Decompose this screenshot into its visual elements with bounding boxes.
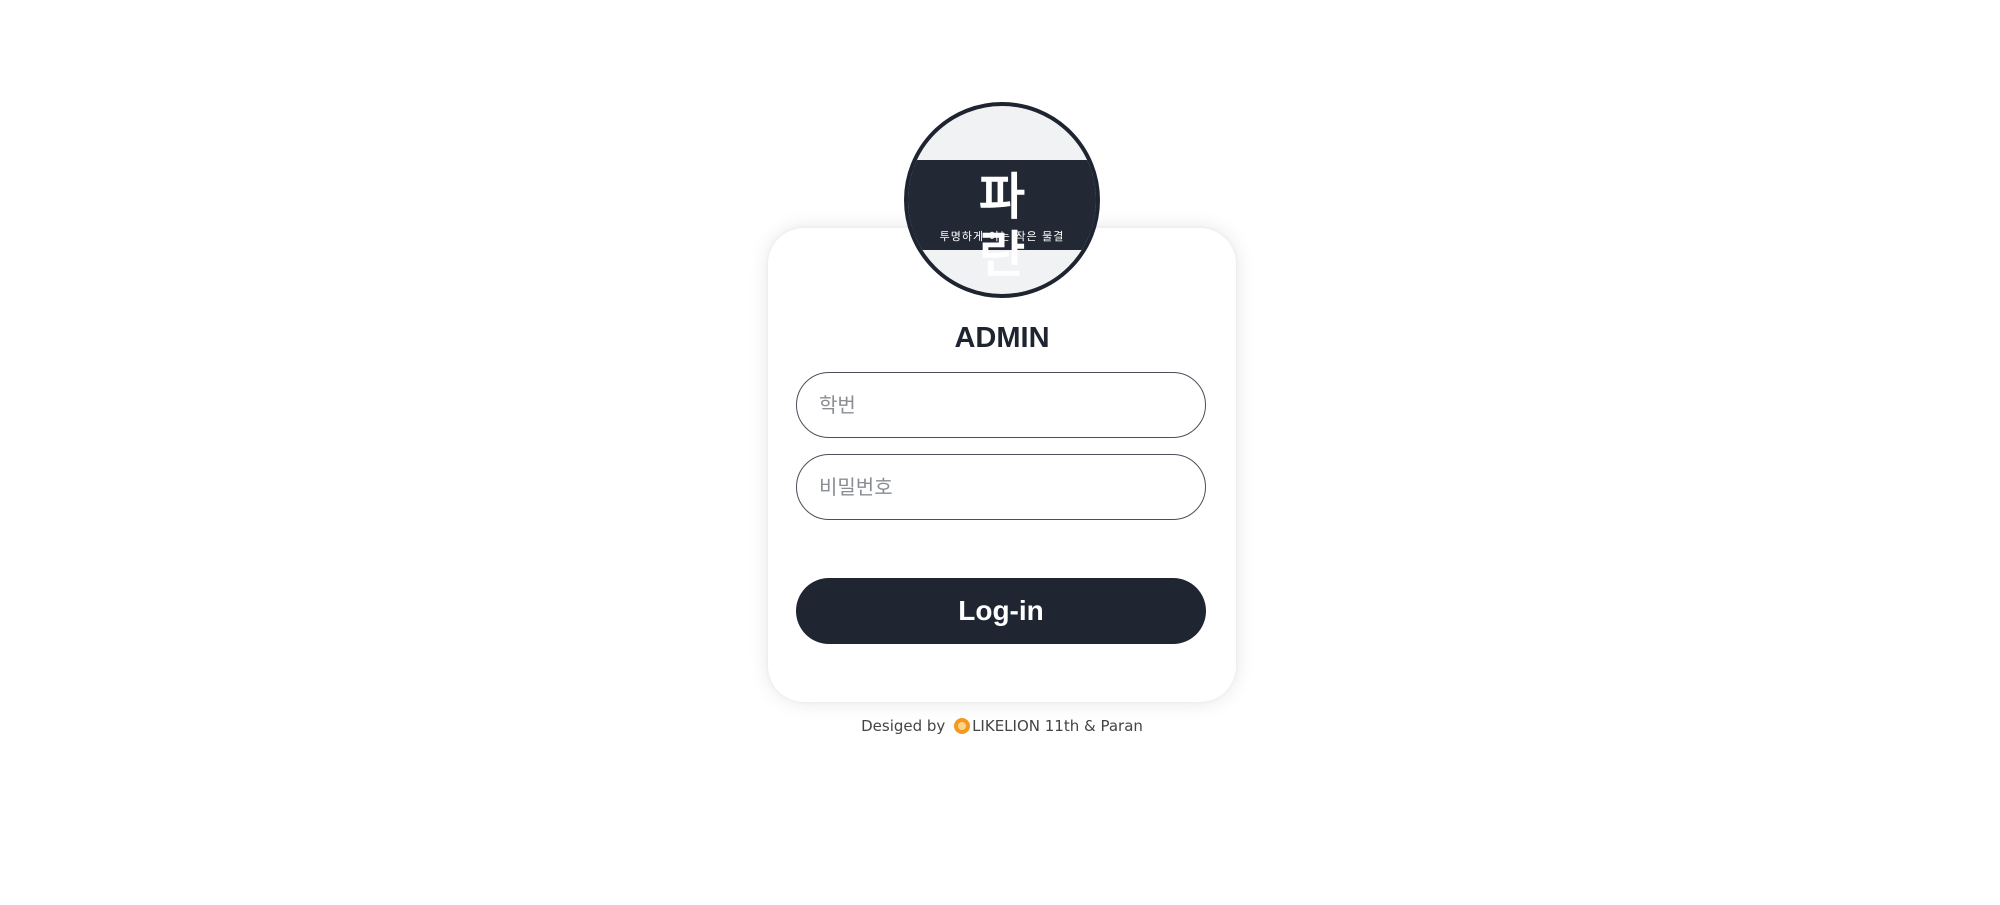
lion-icon <box>954 718 971 734</box>
footer-credit: Desiged by LIKELION 11th & Paran <box>768 716 1236 736</box>
footer-prefix: Desiged by <box>861 717 946 735</box>
student-id-input[interactable] <box>796 372 1206 438</box>
logo-subtitle: 투명하게 이는 작은 물결 <box>939 230 1065 243</box>
page-title: ADMIN <box>954 322 1050 354</box>
login-button[interactable]: Log-in <box>796 578 1206 644</box>
login-page: 파 란 투명하게 이는 작은 물결 ADMIN Log-in Desiged b… <box>0 0 2000 905</box>
paran-logo: 파 란 투명하게 이는 작은 물결 <box>904 102 1100 298</box>
footer-credit-text: LIKELION 11th & Paran <box>972 717 1143 735</box>
logo-title: 파 란 <box>979 167 1067 284</box>
password-input[interactable] <box>796 454 1206 520</box>
logo-band: 파 란 투명하게 이는 작은 물결 <box>908 160 1096 284</box>
